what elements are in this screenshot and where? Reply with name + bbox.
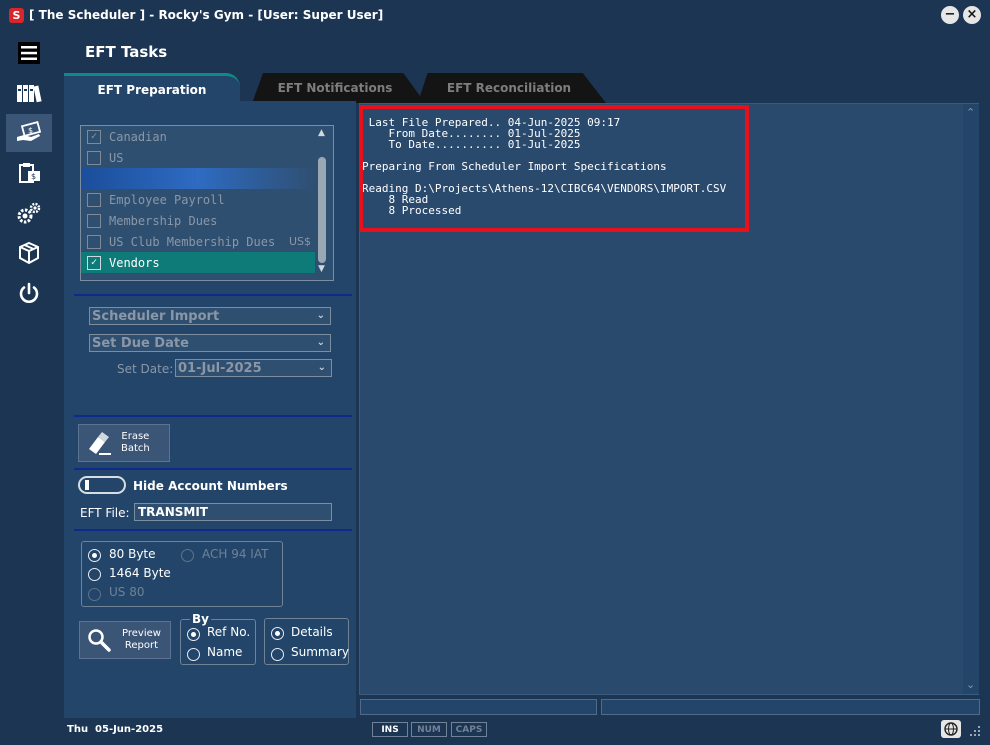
- set-date-picker[interactable]: 01-Jul-2025 ⌄: [175, 359, 332, 377]
- list-item[interactable]: US: [81, 147, 315, 168]
- list-item[interactable]: ✓ Canadian: [81, 126, 315, 147]
- checkbox[interactable]: [87, 192, 101, 207]
- eft-file-input[interactable]: TRANSMIT: [134, 503, 332, 521]
- format-ach-94-iat-radio[interactable]: [181, 549, 194, 562]
- menu-icon: [18, 42, 40, 64]
- currency-label: US$: [288, 235, 311, 248]
- books-icon: [17, 85, 42, 103]
- globe-icon: [944, 722, 958, 736]
- list-scroll-down-icon[interactable]: ▼: [318, 264, 325, 274]
- divider: [74, 415, 352, 417]
- chevron-down-icon: ⌄: [316, 310, 325, 321]
- checkbox[interactable]: [87, 234, 101, 249]
- resize-grip-icon[interactable]: [966, 722, 982, 738]
- hide-account-numbers-label: Hide Account Numbers: [133, 479, 288, 493]
- status-date: Thu 05-Jun-2025: [67, 724, 164, 735]
- format-80-byte-label: 80 Byte: [109, 547, 156, 561]
- checkbox[interactable]: [87, 150, 101, 165]
- list-scroll-up-icon[interactable]: ▲: [318, 128, 325, 138]
- format-ach-94-iat-label: ACH 94 IAT: [202, 547, 269, 561]
- minimize-button[interactable]: −: [941, 6, 959, 24]
- sidebar-item-packages[interactable]: [6, 234, 52, 272]
- highlight-box: [359, 105, 749, 232]
- chevron-down-icon: ⌄: [317, 362, 326, 373]
- page-title: EFT Tasks: [85, 43, 168, 61]
- sidebar-item-books[interactable]: [6, 74, 52, 112]
- app-logo-icon: S: [9, 8, 24, 23]
- sort-by-name-label: Name: [207, 645, 243, 659]
- payment-type-list[interactable]: ✓ Canadian US Employee Payroll Membership…: [80, 125, 334, 281]
- status-field: [601, 699, 980, 715]
- money-hand-icon: $: [17, 121, 42, 141]
- checkbox[interactable]: ✓: [87, 129, 101, 144]
- svg-text:$: $: [28, 126, 33, 135]
- list-item[interactable]: Employee Payroll: [81, 189, 315, 210]
- erase-batch-button[interactable]: Erase Batch: [78, 424, 170, 462]
- due-date-mode-select[interactable]: Set Due Date ⌄: [89, 334, 331, 352]
- details-radio[interactable]: [271, 627, 284, 640]
- sidebar-item-billing[interactable]: $: [6, 154, 52, 192]
- list-scrollbar-thumb[interactable]: [318, 157, 326, 263]
- set-date-label: Set Date:: [117, 362, 174, 376]
- divider: [74, 529, 352, 531]
- format-us-80-radio[interactable]: [88, 588, 101, 601]
- list-item-highlighted[interactable]: [81, 168, 315, 189]
- checkbox[interactable]: ✓: [87, 255, 101, 270]
- eft-file-label: EFT File:: [80, 506, 130, 520]
- eraser-icon: [89, 432, 111, 455]
- source-select[interactable]: Scheduler Import ⌄: [89, 307, 331, 325]
- divider: [74, 468, 352, 470]
- sidebar-item-settings[interactable]: [6, 194, 52, 232]
- summary-radio[interactable]: [271, 648, 284, 661]
- divider: [74, 294, 352, 296]
- chevron-down-icon: ⌄: [316, 337, 325, 348]
- format-1464-byte-radio[interactable]: [88, 568, 101, 581]
- sort-by-ref-radio[interactable]: [187, 628, 200, 641]
- clipboard-money-icon: $: [19, 163, 40, 183]
- gears-icon: [17, 202, 41, 224]
- window-title: [ The Scheduler ] - Rocky's Gym - [User:…: [29, 8, 384, 22]
- checkbox[interactable]: [87, 213, 101, 228]
- caps-indicator: CAPS: [451, 722, 487, 737]
- details-label: Details: [291, 625, 333, 639]
- output-scroll-up-icon[interactable]: ⌃: [966, 106, 975, 119]
- close-button[interactable]: ×: [963, 6, 981, 24]
- summary-label: Summary: [291, 645, 349, 659]
- sidebar-item-exit[interactable]: [6, 274, 52, 312]
- output-scroll-down-icon[interactable]: ⌄: [966, 678, 975, 691]
- sidebar-item-eft[interactable]: $: [6, 114, 52, 152]
- output-scrollbar[interactable]: [963, 104, 979, 694]
- list-item-selected[interactable]: ✓ Vendors: [81, 252, 315, 273]
- format-us-80-label: US 80: [109, 585, 145, 599]
- list-item[interactable]: Membership Dues: [81, 210, 315, 231]
- format-80-byte-radio[interactable]: [88, 549, 101, 562]
- package-icon: [19, 241, 39, 265]
- tab-eft-reconciliation[interactable]: EFT Reconciliation: [417, 73, 606, 103]
- format-1464-byte-label: 1464 Byte: [109, 566, 171, 580]
- magnifier-icon: [88, 629, 111, 652]
- sidebar-item-menu[interactable]: [6, 34, 52, 72]
- num-indicator: NUM: [411, 722, 447, 737]
- ins-indicator: INS: [372, 722, 408, 737]
- tab-eft-preparation[interactable]: EFT Preparation: [64, 73, 240, 103]
- power-icon: [19, 282, 39, 303]
- globe-button[interactable]: [941, 720, 961, 738]
- sort-by-ref-label: Ref No.: [207, 625, 251, 639]
- sort-by-name-radio[interactable]: [187, 648, 200, 661]
- svg-text:$: $: [31, 172, 36, 181]
- list-item[interactable]: US Club Membership Dues US$: [81, 231, 315, 252]
- tab-eft-notifications[interactable]: EFT Notifications: [252, 73, 425, 103]
- status-field: [360, 699, 597, 715]
- hide-account-numbers-toggle[interactable]: [78, 476, 126, 494]
- sort-by-title: By: [190, 612, 211, 626]
- preview-report-button[interactable]: Preview Report: [79, 621, 171, 659]
